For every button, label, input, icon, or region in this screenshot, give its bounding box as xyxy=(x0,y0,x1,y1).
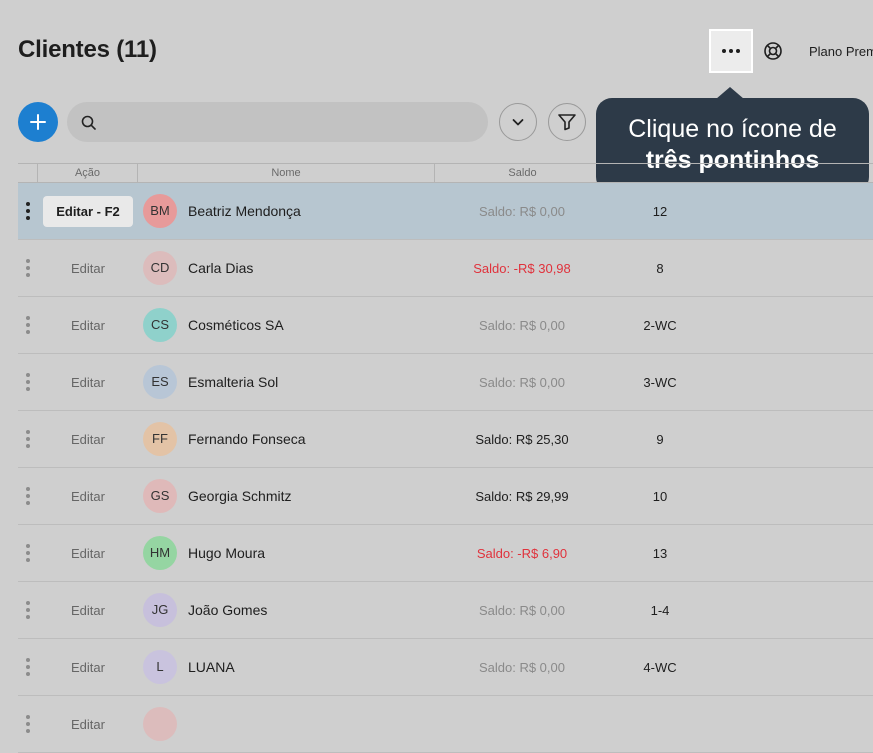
table-row[interactable]: Editar JG João Gomes Saldo: R$ 0,00 1-4 xyxy=(18,582,873,639)
page-title: Clientes (11) xyxy=(18,36,157,63)
filter-icon xyxy=(558,114,576,131)
lifebuoy-icon[interactable] xyxy=(763,41,783,61)
table-row[interactable]: Editar CS Cosméticos SA Saldo: R$ 0,00 2-WC xyxy=(18,297,873,354)
filter-button[interactable] xyxy=(548,103,586,141)
balance-value: Saldo: R$ 0,00 xyxy=(478,204,565,219)
kebab-vertical-icon[interactable] xyxy=(24,544,32,562)
edit-button[interactable]: Editar xyxy=(43,595,133,626)
client-code: 2-WC xyxy=(643,318,677,333)
avatar: JG xyxy=(143,593,177,627)
column-header-name[interactable]: Nome xyxy=(137,164,434,183)
edit-button[interactable]: Editar xyxy=(43,424,133,455)
balance-value: Saldo: R$ 0,00 xyxy=(478,318,565,333)
table-header: Ação Nome Saldo xyxy=(18,163,873,183)
client-name[interactable]: Beatriz Mendonça xyxy=(188,203,301,219)
edit-button[interactable]: Editar xyxy=(43,367,133,398)
client-code: 8 xyxy=(656,261,664,276)
client-name[interactable]: Georgia Schmitz xyxy=(188,488,291,504)
client-code: 10 xyxy=(652,489,668,504)
search-input[interactable] xyxy=(107,102,481,144)
client-code: 9 xyxy=(656,432,664,447)
edit-button[interactable]: Editar xyxy=(43,253,133,284)
table-row[interactable]: Editar FF Fernando Fonseca Saldo: R$ 25,30 9 xyxy=(18,411,873,468)
kebab-vertical-icon[interactable] xyxy=(24,316,32,334)
client-name[interactable]: Fernando Fonseca xyxy=(188,431,306,447)
avatar: BM xyxy=(143,194,177,228)
avatar: CS xyxy=(143,308,177,342)
client-code: 13 xyxy=(652,546,668,561)
table-row[interactable]: Editar ES Esmalteria Sol Saldo: R$ 0,00 3-WC xyxy=(18,354,873,411)
edit-button[interactable]: Editar xyxy=(43,310,133,341)
more-horizontal-icon xyxy=(722,49,726,53)
client-code: 1-4 xyxy=(650,603,670,618)
avatar: HM xyxy=(143,536,177,570)
balance-value: Saldo: -R$ 30,98 xyxy=(473,261,571,276)
balance-value: Saldo: R$ 0,00 xyxy=(478,375,565,390)
edit-button[interactable]: Editar xyxy=(43,709,133,740)
client-name[interactable]: Cosméticos SA xyxy=(188,317,284,333)
client-name[interactable]: Carla Dias xyxy=(188,260,253,276)
tooltip-line-1: Clique no ícone de xyxy=(628,115,837,143)
table-row[interactable]: Editar xyxy=(18,696,873,753)
more-dot xyxy=(736,49,740,53)
avatar: FF xyxy=(143,422,177,456)
client-code: 12 xyxy=(652,204,668,219)
kebab-vertical-icon[interactable] xyxy=(24,658,32,676)
plan-link[interactable]: Plano Premium xyxy=(809,44,873,59)
client-name[interactable]: João Gomes xyxy=(188,602,267,618)
avatar: L xyxy=(143,650,177,684)
edit-button[interactable]: Editar - F2 xyxy=(43,196,133,227)
table-row[interactable]: Editar HM Hugo Moura Saldo: -R$ 6,90 13 xyxy=(18,525,873,582)
kebab-vertical-icon[interactable] xyxy=(24,487,32,505)
client-name[interactable]: Esmalteria Sol xyxy=(188,374,278,390)
expand-button[interactable] xyxy=(499,103,537,141)
chevron-down-icon xyxy=(512,119,524,126)
kebab-vertical-icon[interactable] xyxy=(24,715,32,733)
add-client-button[interactable] xyxy=(18,102,58,142)
avatar xyxy=(143,707,177,741)
client-name[interactable]: Hugo Moura xyxy=(188,545,265,561)
kebab-vertical-icon[interactable] xyxy=(24,373,32,391)
more-dot xyxy=(729,49,733,53)
search-icon xyxy=(81,115,96,130)
avatar: GS xyxy=(143,479,177,513)
client-list: Editar - F2 BM Beatriz Mendonça Saldo: R$ 0… xyxy=(18,183,873,753)
edit-button[interactable]: Editar xyxy=(43,652,133,683)
edit-button[interactable]: Editar xyxy=(43,481,133,512)
table-row[interactable]: Editar GS Georgia Schmitz Saldo: R$ 29,99 10 xyxy=(18,468,873,525)
column-header-balance[interactable]: Saldo xyxy=(434,164,610,183)
balance-value: Saldo: R$ 25,30 xyxy=(475,432,569,447)
balance-value: Saldo: -R$ 6,90 xyxy=(476,546,568,561)
balance-value: Saldo: R$ 29,99 xyxy=(475,489,569,504)
column-header-action[interactable]: Ação xyxy=(37,164,137,183)
kebab-vertical-icon[interactable] xyxy=(24,601,32,619)
kebab-vertical-icon[interactable] xyxy=(24,202,32,220)
search-bar[interactable] xyxy=(67,102,488,144)
more-options-button[interactable] xyxy=(709,29,753,73)
balance-value: Saldo: R$ 0,00 xyxy=(478,660,565,675)
client-code: 4-WC xyxy=(643,660,677,675)
edit-button[interactable]: Editar xyxy=(43,538,133,569)
avatar: CD xyxy=(143,251,177,285)
table-row[interactable]: Editar CD Carla Dias Saldo: -R$ 30,98 8 xyxy=(18,240,873,297)
balance-value: Saldo: R$ 0,00 xyxy=(478,603,565,618)
table-row[interactable]: Editar - F2 BM Beatriz Mendonça Saldo: R$ 0… xyxy=(18,183,873,240)
kebab-vertical-icon[interactable] xyxy=(24,259,32,277)
client-name[interactable]: LUANA xyxy=(188,659,235,675)
client-code: 3-WC xyxy=(643,375,677,390)
tooltip-arrow xyxy=(716,87,744,99)
header-select-cell xyxy=(18,164,37,183)
avatar: ES xyxy=(143,365,177,399)
kebab-vertical-icon[interactable] xyxy=(24,430,32,448)
plus-icon xyxy=(30,114,46,130)
table-row[interactable]: Editar L LUANA Saldo: R$ 0,00 4-WC xyxy=(18,639,873,696)
